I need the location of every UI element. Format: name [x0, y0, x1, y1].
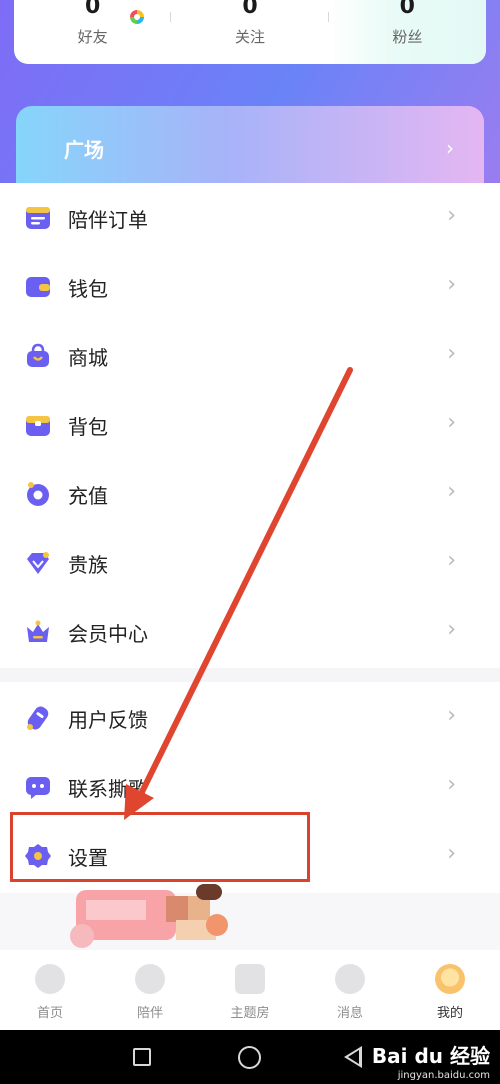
following-label: 关注 [234, 28, 265, 46]
stat-following[interactable]: 0 关注 [171, 0, 329, 64]
following-count: 0 [242, 0, 258, 19]
menu-item-feedback[interactable]: 用户反馈 › [0, 683, 500, 752]
nav-item-companion[interactable]: 陪伴 [100, 950, 200, 1030]
fans-label: 粉丝 [392, 28, 423, 46]
recent-apps-icon[interactable] [133, 1048, 151, 1066]
noble-gem-icon [27, 552, 49, 574]
feedback-pen-icon [27, 706, 49, 730]
watermark: Bai du 经验 jingyan.baidu.com [372, 1040, 490, 1081]
section-divider [0, 668, 500, 682]
menu-item-label: 贵族 [68, 553, 108, 577]
home-button-icon[interactable] [238, 1046, 261, 1069]
chevron-right-icon: › [447, 410, 456, 435]
nav-item-home[interactable]: 首页 [0, 950, 100, 1030]
bottom-navigation: 首页 陪伴 主题房 消息 我的 [0, 950, 500, 1030]
menu-item-member-center[interactable]: 会员中心 › [0, 597, 500, 666]
chevron-right-icon: › [447, 617, 456, 642]
nav-label: 我的 [436, 1006, 463, 1021]
watermark-sub: jingyan.baidu.com [397, 1070, 490, 1081]
plaza-title: 广场 [64, 138, 104, 162]
shop-bag-icon [27, 343, 49, 367]
fans-count: 0 [399, 0, 415, 19]
back-icon[interactable] [344, 1046, 362, 1068]
system-navigation-bar: Bai du 经验 jingyan.baidu.com [0, 1030, 500, 1084]
chevron-right-icon: › [447, 479, 456, 504]
chevron-right-icon: › [447, 272, 456, 297]
home-icon [35, 964, 65, 994]
crown-icon [27, 620, 49, 642]
colorful-badge-icon [130, 10, 144, 24]
menu-item-noble[interactable]: 贵族 › [0, 528, 500, 597]
nav-item-messages[interactable]: 消息 [300, 950, 400, 1030]
wallet-icon [26, 277, 50, 297]
chevron-right-icon: › [447, 841, 456, 866]
chevron-right-icon: › [446, 136, 454, 160]
menu-item-backpack[interactable]: 背包 › [0, 390, 500, 459]
nav-item-theme-room[interactable]: 主题房 [200, 950, 300, 1030]
message-icon [335, 964, 365, 994]
chevron-right-icon: › [447, 703, 456, 728]
menu-item-recharge[interactable]: 充值 › [0, 459, 500, 528]
chat-bubble-icon [26, 777, 50, 799]
nav-label: 陪伴 [136, 1006, 163, 1021]
menu-item-label: 用户反馈 [68, 708, 148, 732]
menu-item-companion-orders[interactable]: 陪伴订单 › [0, 183, 500, 252]
chevron-right-icon: › [447, 772, 456, 797]
nav-label: 消息 [336, 1006, 363, 1021]
menu-item-label: 钱包 [68, 277, 108, 301]
settings-highlight-box [10, 812, 310, 882]
watermark-main: Bai du 经验 [371, 1044, 490, 1068]
menu-item-label: 联系撕歌 [68, 777, 148, 801]
chevron-right-icon: › [447, 548, 456, 573]
profile-avatar-icon [435, 964, 465, 994]
stat-friends[interactable]: 0 好友 [14, 0, 172, 64]
chevron-right-icon: › [447, 341, 456, 366]
menu-item-label: 背包 [68, 415, 108, 439]
backpack-icon [26, 416, 50, 436]
stats-card: 0 好友 0 关注 0 粉丝 [14, 0, 486, 64]
stat-fans[interactable]: 0 粉丝 [328, 0, 486, 64]
friends-label: 好友 [77, 28, 108, 46]
house-icon [235, 964, 265, 994]
friends-count: 0 [85, 0, 101, 19]
menu-item-wallet[interactable]: 钱包 › [0, 252, 500, 321]
nav-label: 首页 [36, 1006, 63, 1021]
menu-item-shop[interactable]: 商城 › [0, 321, 500, 390]
menu-item-label: 商城 [68, 346, 108, 370]
menu-item-label: 陪伴订单 [68, 208, 148, 232]
menu-item-label: 会员中心 [68, 622, 148, 646]
heart-icon [135, 964, 165, 994]
order-icon [26, 207, 50, 229]
recharge-coin-icon [27, 482, 49, 506]
menu-item-contact[interactable]: 联系撕歌 › [0, 752, 500, 821]
nav-label: 主题房 [230, 1006, 270, 1021]
pixelated-sticker-image [70, 884, 232, 948]
nav-item-mine[interactable]: 我的 [400, 950, 500, 1030]
chevron-right-icon: › [447, 203, 456, 228]
menu-item-label: 充值 [68, 484, 108, 508]
